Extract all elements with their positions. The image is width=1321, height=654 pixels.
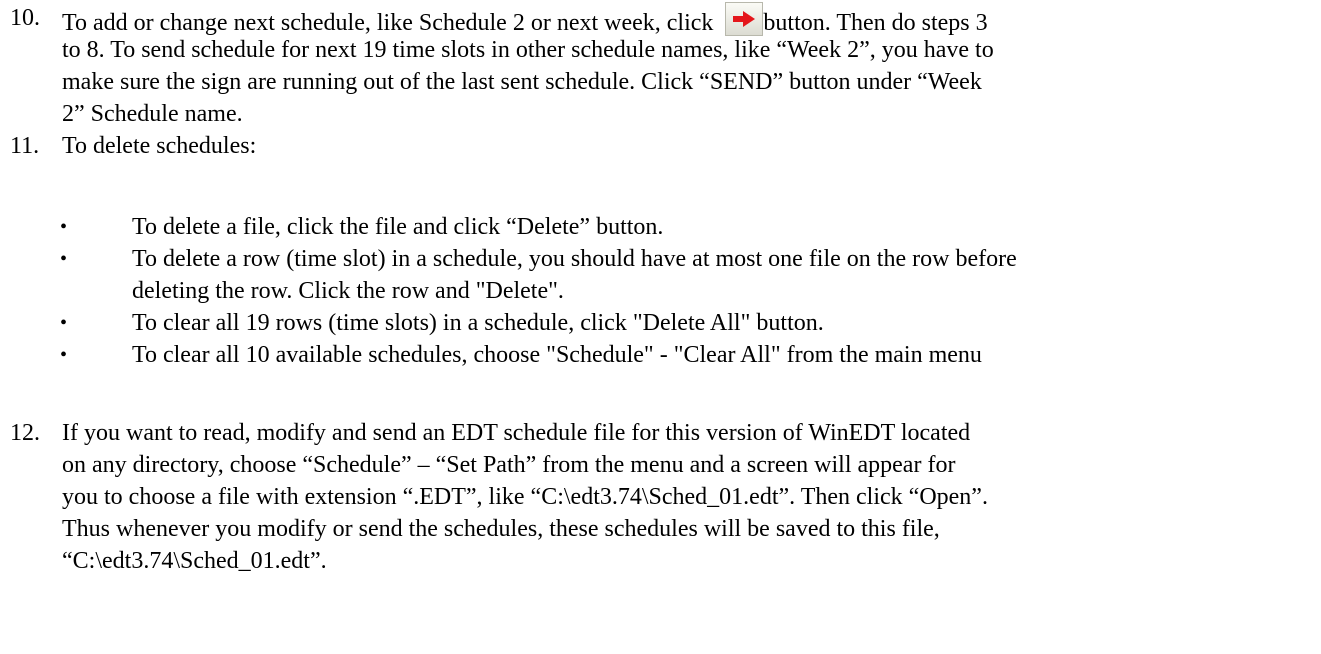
bullet-line: To clear all 10 available schedules, cho… xyxy=(132,342,982,368)
item-12-line-4: Thus whenever you modify or send the sch… xyxy=(62,516,940,542)
item-10-line-2: to 8. To send schedule for next 19 time … xyxy=(62,37,994,63)
next-schedule-button[interactable] xyxy=(725,2,764,36)
bullet-line: To clear all 19 rows (time slots) in a s… xyxy=(132,310,824,336)
item-number: 12. xyxy=(10,420,40,446)
item-12-line-3: you to choose a file with extension “.ED… xyxy=(62,484,988,510)
item-10-text-after-button: button. Then do steps 3 xyxy=(763,10,988,36)
item-10-text-before-button: To add or change next schedule, like Sch… xyxy=(62,10,720,36)
bullet-dot: • xyxy=(60,312,68,334)
bullet-dot: • xyxy=(60,216,68,238)
item-12-line-2: on any directory, choose “Schedule” – “S… xyxy=(62,452,956,478)
bullet-line: To delete a file, click the file and cli… xyxy=(132,214,664,240)
item-10-line-3: make sure the sign are running out of th… xyxy=(62,69,982,95)
item-number: 10. xyxy=(10,5,40,31)
bullet-dot: • xyxy=(60,248,68,270)
item-12-line-1: If you want to read, modify and send an … xyxy=(62,420,971,446)
item-number: 11. xyxy=(10,133,40,159)
item-12-line-5: “C:\edt3.74\Sched_01.edt”. xyxy=(62,548,327,574)
bullet-line: To delete a row (time slot) in a schedul… xyxy=(132,246,1017,272)
item-11-line-1: To delete schedules: xyxy=(62,133,257,159)
bullet-line: deleting the row. Click the row and "Del… xyxy=(132,278,564,304)
bullet-dot: • xyxy=(60,344,68,366)
document-page: 10. To add or change next schedule, like… xyxy=(0,0,1321,654)
item-10-line-4: 2” Schedule name. xyxy=(62,101,243,127)
